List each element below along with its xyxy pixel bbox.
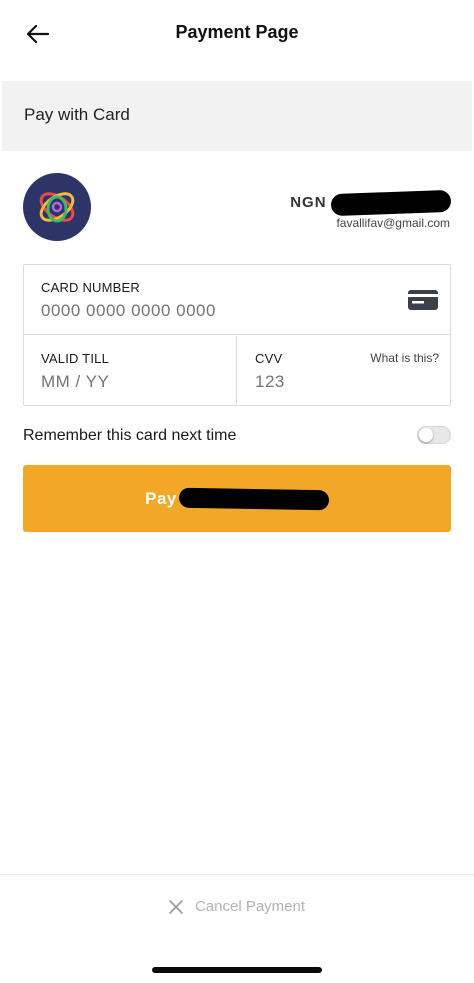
pay-label-prefix: Pay (145, 488, 177, 508)
remember-card-toggle[interactable] (417, 426, 451, 444)
top-bar: Payment Page (0, 0, 474, 70)
payment-amount: NGN 0 (290, 187, 451, 218)
redacted-amount (330, 189, 451, 216)
customer-email: favallifav@gmail.com (336, 216, 450, 230)
currency-code: NGN (290, 194, 327, 211)
remember-card-label: Remember this card next time (23, 427, 237, 444)
pay-button[interactable]: Pay (23, 465, 451, 532)
page-title: Payment Page (175, 22, 299, 42)
close-icon (169, 899, 183, 914)
card-number-input[interactable] (41, 301, 381, 321)
cancel-payment-label: Cancel Payment (194, 898, 306, 915)
remember-card-row: Remember this card next time (23, 424, 451, 448)
infinity-loop-logo (39, 192, 75, 223)
cvv-input[interactable] (255, 372, 425, 392)
home-indicator (152, 967, 322, 973)
credit-card-icon (408, 290, 438, 310)
card-number-field[interactable]: CARD NUMBER (24, 265, 450, 335)
card-form: CARD NUMBER VALID TILL CVV What is this? (23, 264, 451, 406)
valid-till-label: VALID TILL (41, 351, 109, 366)
cancel-payment-button[interactable]: Cancel Payment (0, 898, 474, 915)
merchant-info: NGN 0 favallifav@gmail.com (0, 170, 474, 250)
cvv-label: CVV (255, 351, 283, 366)
section-header: Pay with Card (2, 81, 472, 151)
section-title: Pay with Card (24, 105, 130, 124)
pay-button-label: Pay (145, 487, 330, 510)
cvv-field[interactable]: CVV What is this? (238, 336, 450, 406)
cvv-help-link[interactable]: What is this? (370, 351, 439, 365)
merchant-logo (23, 173, 91, 241)
valid-till-field[interactable]: VALID TILL (24, 336, 237, 406)
toggle-knob (419, 428, 433, 442)
card-number-label: CARD NUMBER (41, 280, 140, 295)
redacted-pay-amount (178, 487, 330, 510)
footer-divider (0, 874, 474, 875)
valid-till-input[interactable] (41, 372, 211, 392)
